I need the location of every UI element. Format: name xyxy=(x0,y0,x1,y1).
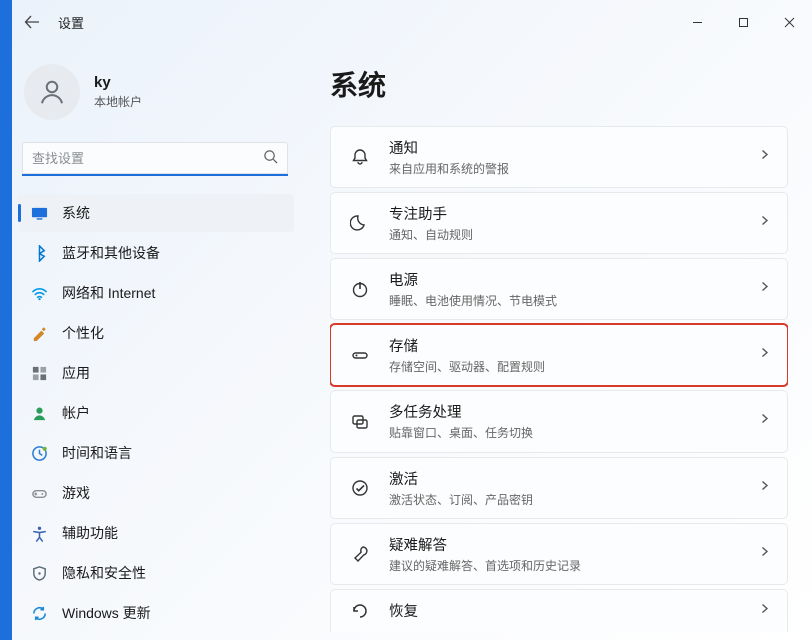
trouble-icon xyxy=(349,543,371,565)
activate-icon xyxy=(349,477,371,499)
privacy-icon xyxy=(30,564,48,582)
card-title: 电源 xyxy=(389,269,740,290)
card-subtitle: 激活状态、订阅、产品密钥 xyxy=(389,491,740,508)
sidebar-item-apps[interactable]: 应用 xyxy=(18,354,294,392)
power-icon xyxy=(349,278,371,300)
card-title: 存储 xyxy=(389,335,740,356)
settings-card-power[interactable]: 电源睡眠、电池使用情况、节电模式 xyxy=(330,258,788,320)
settings-card-bell[interactable]: 通知来自应用和系统的警报 xyxy=(330,126,788,188)
chevron-right-icon xyxy=(758,214,771,232)
close-button[interactable] xyxy=(766,2,812,42)
card-title: 恢复 xyxy=(389,600,740,621)
main-pane: 系统 通知来自应用和系统的警报专注助手通知、自动规则电源睡眠、电池使用情况、节电… xyxy=(300,44,812,640)
sidebar-item-label: 网络和 Internet xyxy=(62,283,155,303)
sidebar-nav: 系统蓝牙和其他设备网络和 Internet 个性化应用帐户时间和语言游戏辅助功能隐… xyxy=(18,194,294,632)
page-title: 系统 xyxy=(330,64,788,104)
chevron-right-icon xyxy=(758,545,771,563)
window-controls xyxy=(674,2,812,42)
accessibility-icon xyxy=(30,524,48,542)
sidebar-item-label: 时间和语言 xyxy=(62,443,132,463)
card-subtitle: 贴靠窗口、桌面、任务切换 xyxy=(389,424,740,441)
gaming-icon xyxy=(30,484,48,502)
personalize-icon xyxy=(30,324,48,342)
search-icon xyxy=(263,149,278,169)
sidebar-item-label: 隐私和安全性 xyxy=(62,563,146,583)
sidebar-item-label: 个性化 xyxy=(62,323,104,343)
minimize-button[interactable] xyxy=(674,2,720,42)
chevron-right-icon xyxy=(758,602,771,620)
apps-icon xyxy=(30,364,48,382)
card-subtitle: 通知、自动规则 xyxy=(389,226,740,243)
card-subtitle: 睡眠、电池使用情况、节电模式 xyxy=(389,292,740,309)
sidebar-item-label: 应用 xyxy=(62,363,90,383)
settings-card-activate[interactable]: 激活激活状态、订阅、产品密钥 xyxy=(330,457,788,519)
card-title: 通知 xyxy=(389,137,740,158)
system-icon xyxy=(30,204,48,222)
card-title: 多任务处理 xyxy=(389,401,740,422)
sidebar-item-accessibility[interactable]: 辅助功能 xyxy=(18,514,294,552)
storage-icon xyxy=(349,344,371,366)
avatar xyxy=(24,64,80,120)
settings-card-list: 通知来自应用和系统的警报专注助手通知、自动规则电源睡眠、电池使用情况、节电模式存… xyxy=(330,126,788,640)
card-subtitle: 来自应用和系统的警报 xyxy=(389,160,740,177)
chevron-right-icon xyxy=(758,346,771,364)
chevron-right-icon xyxy=(758,479,771,497)
sidebar-item-label: Windows 更新 xyxy=(62,603,151,623)
update-icon xyxy=(30,604,48,622)
settings-card-moon[interactable]: 专注助手通知、自动规则 xyxy=(330,192,788,254)
sidebar-item-bluetooth[interactable]: 蓝牙和其他设备 xyxy=(18,234,294,272)
settings-card-multi[interactable]: 多任务处理贴靠窗口、桌面、任务切换 xyxy=(330,390,788,452)
chevron-right-icon xyxy=(758,280,771,298)
time-icon xyxy=(30,444,48,462)
card-subtitle: 建议的疑难解答、首选项和历史记录 xyxy=(389,557,740,574)
profile-name: ky xyxy=(94,74,142,91)
sidebar-item-label: 蓝牙和其他设备 xyxy=(62,243,160,263)
card-title: 激活 xyxy=(389,468,740,489)
app-title: 设置 xyxy=(58,13,84,32)
card-title: 疑难解答 xyxy=(389,534,740,555)
wifi-icon xyxy=(30,284,48,302)
profile-subtitle: 本地帐户 xyxy=(94,93,142,110)
sidebar-item-wifi[interactable]: 网络和 Internet xyxy=(18,274,294,312)
chevron-right-icon xyxy=(758,412,771,430)
sidebar-item-label: 游戏 xyxy=(62,483,90,503)
sidebar-item-label: 系统 xyxy=(62,203,90,223)
card-title: 专注助手 xyxy=(389,203,740,224)
multi-icon xyxy=(349,410,371,432)
bell-icon xyxy=(349,146,371,168)
recover-icon xyxy=(349,600,371,622)
bluetooth-icon xyxy=(30,244,48,262)
settings-card-storage[interactable]: 存储存储空间、驱动器、配置规则 xyxy=(330,324,788,386)
settings-card-recover[interactable]: 恢复 xyxy=(330,589,788,632)
account-icon xyxy=(30,404,48,422)
sidebar-item-account[interactable]: 帐户 xyxy=(18,394,294,432)
moon-icon xyxy=(349,212,371,234)
title-bar: 设置 xyxy=(0,0,812,44)
sidebar-item-time[interactable]: 时间和语言 xyxy=(18,434,294,472)
search-box[interactable] xyxy=(22,142,288,176)
card-subtitle: 存储空间、驱动器、配置规则 xyxy=(389,358,740,375)
sidebar-item-label: 帐户 xyxy=(62,403,90,423)
maximize-button[interactable] xyxy=(720,2,766,42)
sidebar-item-gaming[interactable]: 游戏 xyxy=(18,474,294,512)
sidebar-item-update[interactable]: Windows 更新 xyxy=(18,594,294,632)
sidebar-item-personalize[interactable]: 个性化 xyxy=(18,314,294,352)
sidebar-item-label: 辅助功能 xyxy=(62,523,118,543)
chevron-right-icon xyxy=(758,148,771,166)
search-input[interactable] xyxy=(22,142,288,176)
sidebar: ky 本地帐户 系统蓝牙和其他设备网络和 Internet 个性化应用帐户时间和语… xyxy=(0,44,300,640)
profile-block[interactable]: ky 本地帐户 xyxy=(18,54,294,142)
sidebar-item-system[interactable]: 系统 xyxy=(18,194,294,232)
settings-card-trouble[interactable]: 疑难解答建议的疑难解答、首选项和历史记录 xyxy=(330,523,788,585)
back-button[interactable] xyxy=(14,4,50,40)
window-left-edge xyxy=(0,0,12,640)
sidebar-item-privacy[interactable]: 隐私和安全性 xyxy=(18,554,294,592)
